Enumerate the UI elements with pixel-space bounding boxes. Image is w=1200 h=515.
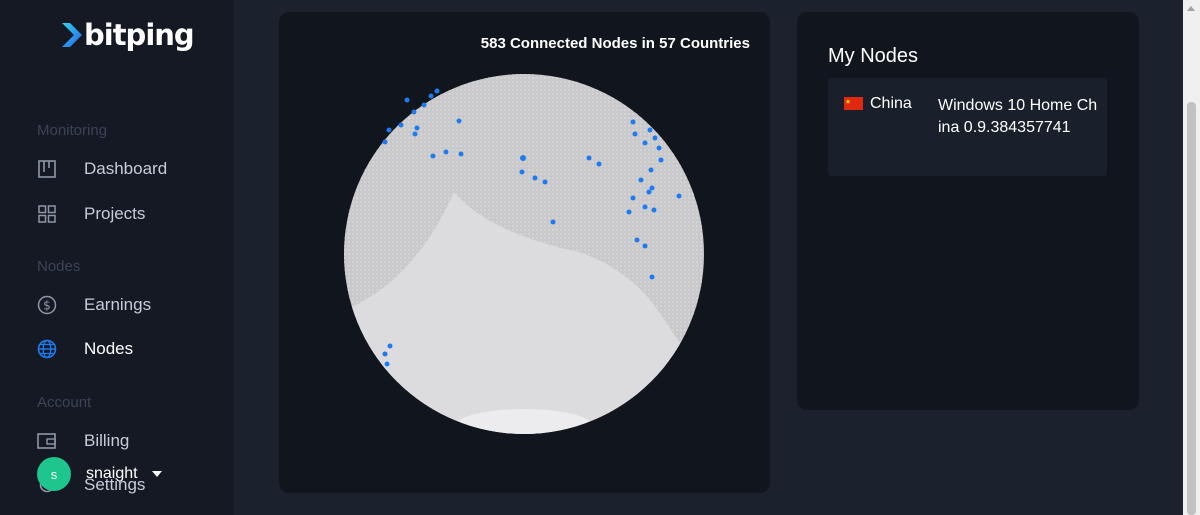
node-marker [430, 153, 436, 159]
node-marker [596, 161, 602, 167]
node-country: China [870, 95, 912, 112]
logo-text: bitping [84, 18, 195, 52]
antarctica [454, 409, 594, 434]
scroll-thumb[interactable] [1187, 102, 1196, 515]
node-marker [658, 157, 664, 163]
chevron-down-icon [151, 471, 162, 477]
node-marker [550, 219, 556, 225]
wallet-icon [37, 431, 57, 451]
node-marker [652, 135, 658, 141]
china-flag-icon [844, 97, 863, 110]
node-marker [412, 131, 418, 137]
node-marker [542, 179, 548, 185]
node-marker [386, 127, 392, 133]
node-marker [656, 145, 662, 151]
sidebar-item-dashboard[interactable]: Dashboard [37, 156, 167, 182]
my-nodes-card: My Nodes China Windows 10 Home China 0.9… [797, 12, 1139, 410]
node-marker [398, 122, 404, 128]
node-marker [642, 140, 648, 146]
node-marker [411, 109, 417, 115]
sidebar-item-label: Projects [84, 204, 146, 223]
sidebar-item-label: Dashboard [84, 159, 168, 178]
svg-text:$: $ [43, 299, 51, 313]
node-marker [647, 127, 653, 133]
section-label-nodes: Nodes [37, 258, 81, 275]
node-marker [456, 118, 462, 124]
node-marker [434, 88, 440, 94]
node-marker [414, 125, 420, 131]
node-marker [382, 139, 388, 145]
node-marker [651, 207, 657, 213]
sidebar-item-billing[interactable]: Billing [37, 428, 129, 454]
sidebar-item-label: Nodes [84, 339, 134, 358]
node-marker [649, 274, 655, 280]
node-list-item[interactable]: China Windows 10 Home China 0.9.38435774… [828, 78, 1107, 176]
sidebar-item-projects[interactable]: Projects [37, 201, 145, 227]
bitping-logo[interactable]: bitping [62, 18, 195, 52]
sidebar-item-earnings[interactable]: $ Earnings [37, 292, 151, 318]
node-marker [404, 97, 410, 103]
node-marker [382, 351, 388, 357]
node-marker [632, 131, 638, 137]
dashboard-icon [37, 159, 57, 179]
node-marker [676, 193, 682, 199]
avatar: s [37, 457, 71, 491]
user-menu[interactable]: s snaight [37, 457, 162, 491]
node-details: Windows 10 Home China 0.9.384357741 [938, 97, 1098, 136]
sidebar-item-label: Earnings [84, 295, 152, 314]
node-marker [519, 169, 525, 175]
sidebar-item-nodes[interactable]: Nodes [37, 336, 133, 362]
node-marker [520, 155, 526, 161]
node-marker [458, 151, 464, 157]
grid-icon [37, 204, 57, 224]
node-marker [646, 189, 652, 195]
node-marker [421, 102, 427, 108]
node-marker [532, 175, 538, 181]
page-scrollbar[interactable] [1183, 0, 1200, 515]
node-marker [387, 343, 393, 349]
node-marker [443, 149, 449, 155]
my-nodes-title: My Nodes [828, 45, 919, 67]
node-marker [384, 361, 390, 367]
node-marker [630, 119, 636, 125]
node-marker [648, 167, 654, 173]
section-label-monitoring: Monitoring [37, 122, 108, 139]
connected-nodes-title: 583 Connected Nodes in 57 Countries [480, 35, 750, 52]
sidebar: bitping Monitoring Dashboard Projects No… [0, 0, 234, 515]
scroll-up-icon[interactable] [1187, 6, 1195, 11]
sidebar-item-label: Billing [84, 431, 130, 450]
node-marker [642, 243, 648, 249]
node-marker [630, 195, 636, 201]
node-marker [634, 237, 640, 243]
logo-chevron-icon [62, 23, 82, 47]
section-label-account: Account [37, 394, 92, 411]
dollar-circle-icon: $ [37, 295, 57, 315]
node-marker [428, 93, 434, 99]
globe-icon [37, 339, 57, 359]
node-marker [649, 185, 655, 191]
node-marker [638, 177, 644, 183]
globe-visual[interactable] [279, 12, 770, 493]
node-marker [626, 209, 632, 215]
node-marker [586, 155, 592, 161]
globe-card: 583 Connected Nodes in 57 Countries [279, 12, 770, 493]
node-marker [642, 204, 648, 210]
username: snaight [86, 465, 138, 482]
